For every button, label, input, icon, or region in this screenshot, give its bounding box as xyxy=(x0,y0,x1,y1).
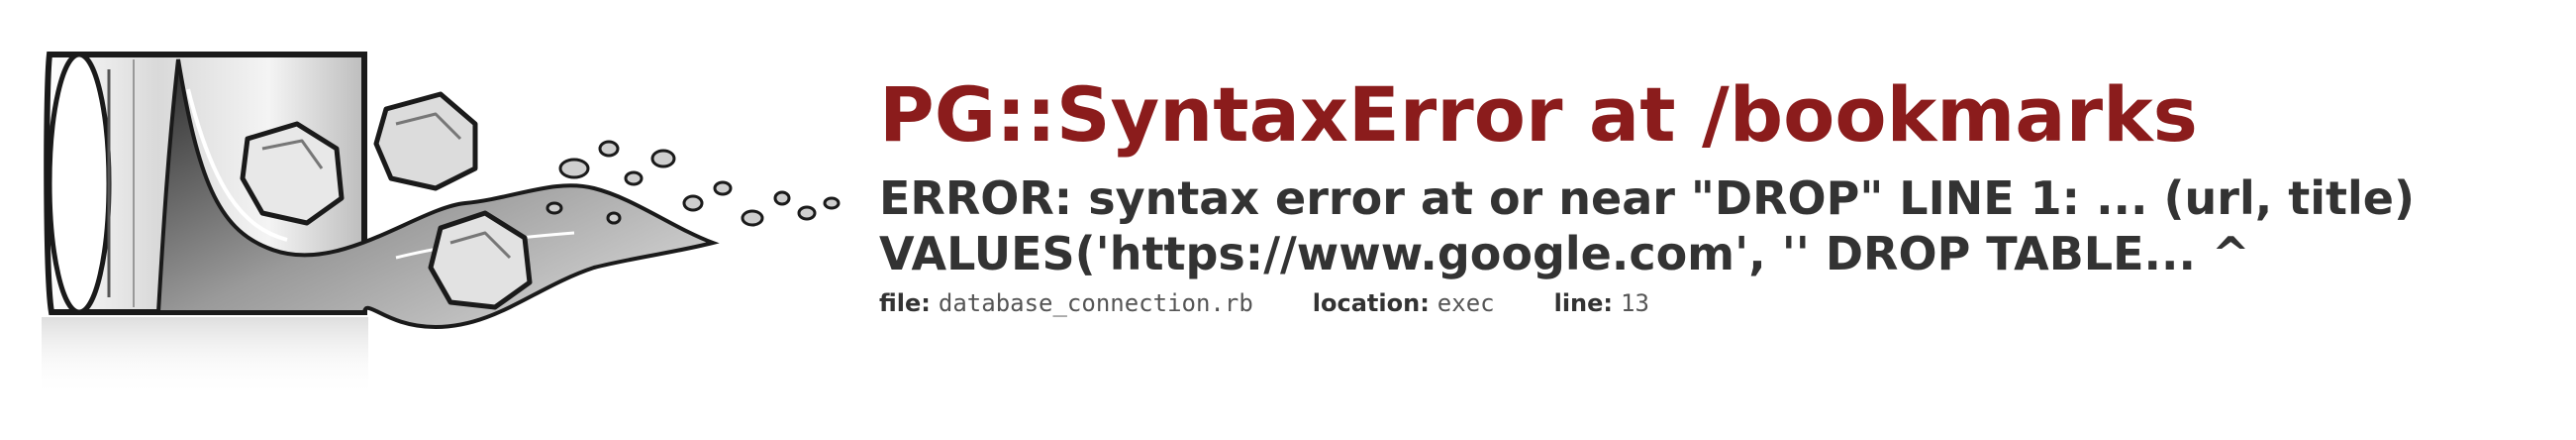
error-location-info: file: database_connection.rb location: e… xyxy=(879,289,2562,317)
file-value: database_connection.rb xyxy=(938,289,1253,318)
error-page: PG::SyntaxError at /bookmarks ERROR: syn… xyxy=(0,0,2576,440)
line-label: line: xyxy=(1553,289,1614,318)
location-info: location: exec xyxy=(1313,289,1495,317)
location-label: location: xyxy=(1312,289,1430,318)
spilled-glass-icon xyxy=(42,52,841,396)
file-label: file: xyxy=(879,289,931,318)
error-title: PG::SyntaxError at /bookmarks xyxy=(879,70,2198,159)
location-value: exec xyxy=(1437,289,1495,318)
file-info: file: database_connection.rb xyxy=(879,289,1253,317)
line-info: line: 13 xyxy=(1554,289,1649,317)
error-header: PG::SyntaxError at /bookmarks ERROR: syn… xyxy=(879,70,2562,318)
line-value: 13 xyxy=(1621,289,1649,318)
error-message: ERROR: syntax error at or near "DROP" LI… xyxy=(879,171,2415,281)
